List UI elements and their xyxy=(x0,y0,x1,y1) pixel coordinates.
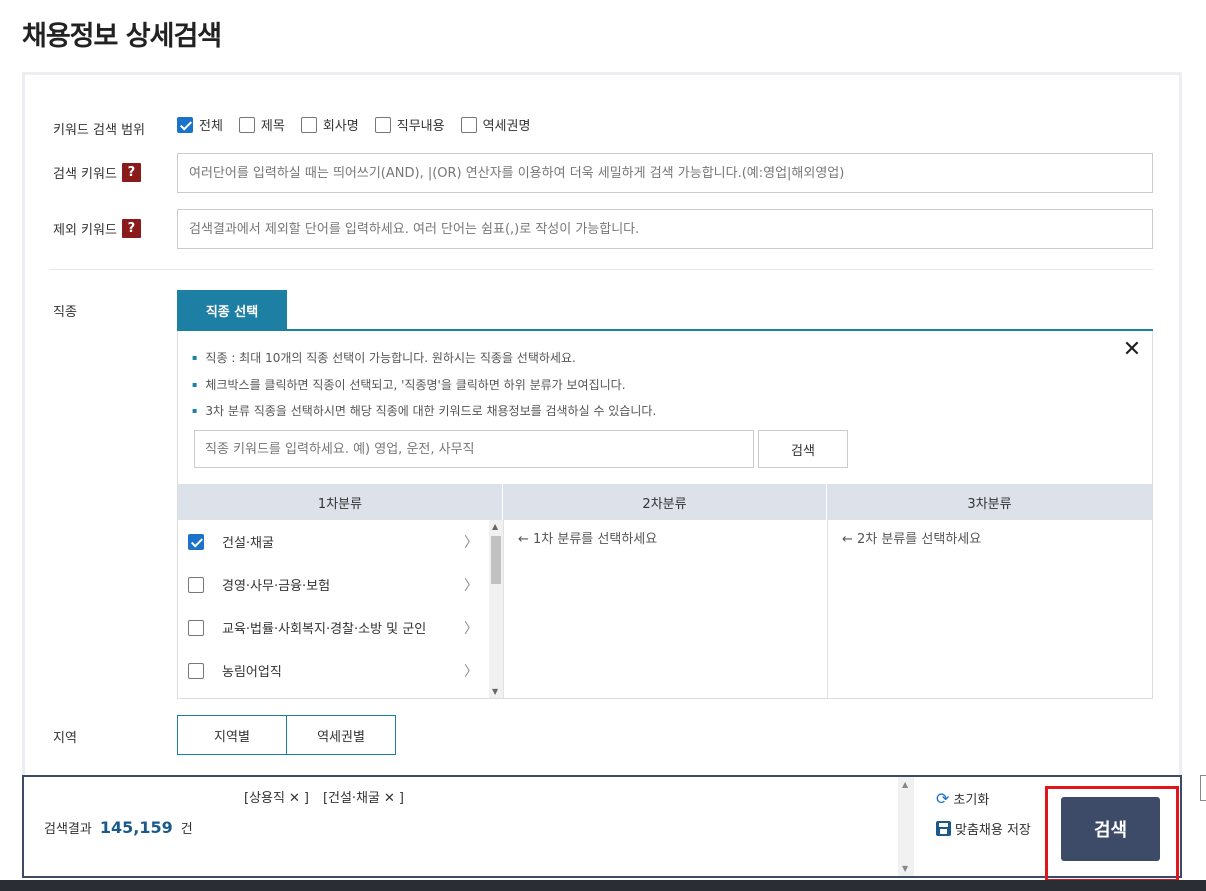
close-icon[interactable]: ✕ xyxy=(1122,339,1142,361)
checkbox[interactable] xyxy=(188,619,204,636)
checkbox[interactable] xyxy=(188,576,204,593)
hint-3rd: ← 2차 분류를 선택하세요 xyxy=(842,532,982,547)
category-item[interactable]: 건설·채굴 〉 xyxy=(188,520,478,563)
save-icon xyxy=(936,821,951,836)
scope-option-company[interactable]: 회사명 xyxy=(300,115,359,134)
checkbox[interactable] xyxy=(177,116,193,133)
footer-strip xyxy=(0,880,1206,891)
note-item: 직종 : 최대 10개의 직종 선택이 가능합니다. 원하시는 직종을 선택하세… xyxy=(192,345,656,372)
checkbox[interactable] xyxy=(188,533,204,550)
refresh-icon: ⟳ xyxy=(936,789,950,808)
tag-item: [건설·채굴 ✕] xyxy=(322,791,404,806)
keyword-scope-options: 전체 제목 회사명 직무내용 역세권명 xyxy=(177,115,530,134)
chevron-right-icon: 〉 xyxy=(464,620,478,637)
checkbox[interactable] xyxy=(374,116,391,133)
category-item[interactable]: 교육·법률·사회복지·경찰·소방 및 군인 〉 xyxy=(188,606,478,649)
divider xyxy=(49,269,1153,270)
chevron-right-icon: 〉 xyxy=(464,577,478,594)
hint-2nd: ← 1차 분류를 선택하세요 xyxy=(518,532,658,547)
search-keyword-label: 검색 키워드 ? xyxy=(53,163,141,182)
tag-remove-icon[interactable]: ✕ xyxy=(289,791,300,806)
exclude-keyword-input[interactable] xyxy=(177,209,1153,249)
tag-item: [상용직 ✕] xyxy=(244,791,309,806)
category-item[interactable]: 경영·사무·금융·보험 〉 xyxy=(188,563,478,606)
note-item: 체크박스를 클릭하면 직종이 선택되고, '직종명'을 클릭하면 하위 분류가 … xyxy=(192,372,656,399)
column-header-1st: 1차분류 xyxy=(178,484,503,520)
tab-region-area[interactable]: 지역별 xyxy=(177,715,287,755)
checkbox[interactable] xyxy=(188,662,204,679)
column-divider xyxy=(827,520,828,698)
scope-option-all[interactable]: 전체 xyxy=(177,115,223,134)
scroll-down-icon[interactable]: ▼ xyxy=(902,864,908,873)
checkbox[interactable] xyxy=(238,116,255,133)
reset-link[interactable]: ⟳ 초기화 xyxy=(936,789,989,808)
column-header-3rd: 3차분류 xyxy=(827,484,1152,520)
category-item[interactable]: 농림어업직 〉 xyxy=(188,649,478,692)
job-notes: 직종 : 최대 10개의 직종 선택이 가능합니다. 원하시는 직종을 선택하세… xyxy=(192,345,656,425)
job-keyword-input[interactable] xyxy=(194,430,754,468)
search-keyword-input[interactable] xyxy=(177,153,1153,193)
scroll-up-icon[interactable]: ▲ xyxy=(492,522,498,531)
tag-remove-icon[interactable]: ✕ xyxy=(384,791,395,806)
scroll-down-icon[interactable]: ▼ xyxy=(492,687,498,696)
scope-option-title[interactable]: 제목 xyxy=(238,115,285,134)
save-custom-link[interactable]: 맞춤채용 저장 xyxy=(936,819,1031,838)
job-search-button[interactable]: 검색 xyxy=(758,430,848,468)
column-divider xyxy=(503,520,504,698)
scope-option-station[interactable]: 역세권명 xyxy=(460,115,530,134)
tab-job-select[interactable]: 직종 선택 xyxy=(177,290,287,330)
result-bar: [상용직 ✕] [건설·채굴 ✕] 검색결과 145,159 건 ▲ ▼ ⟳ 초기화… xyxy=(22,775,1182,878)
tab-region-station[interactable]: 역세권별 xyxy=(286,715,396,755)
region-tabs: 지역별 역세권별 xyxy=(177,715,396,755)
chevron-right-icon: 〉 xyxy=(464,534,478,551)
side-edge-tab[interactable] xyxy=(1200,775,1206,801)
exclude-keyword-label: 제외 키워드 ? xyxy=(53,219,141,238)
search-panel: 키워드 검색 범위 전체 제목 회사명 직무내용 역세권명 검색 키워드 ? 제… xyxy=(22,72,1182,778)
tags-scrollbar[interactable]: ▲ ▼ xyxy=(898,777,914,876)
scroll-thumb[interactable] xyxy=(491,536,501,584)
chevron-right-icon: 〉 xyxy=(464,663,478,680)
region-label: 지역 xyxy=(53,731,77,746)
checkbox[interactable] xyxy=(460,116,477,133)
page-title: 채용정보 상세검색 xyxy=(22,21,222,52)
category-list: 건설·채굴 〉 경영·사무·금융·보험 〉 교육·법률·사회복지·경찰·소방 및… xyxy=(178,520,489,698)
note-item: 3차 분류 직종을 선택하시면 해당 직종에 대한 키워드로 채용정보를 검색하… xyxy=(192,398,656,425)
category-scrollbar[interactable]: ▲ ▼ xyxy=(489,520,503,698)
scope-option-duty[interactable]: 직무내용 xyxy=(374,115,445,134)
checkbox[interactable] xyxy=(300,116,317,133)
job-type-label: 직종 xyxy=(53,305,77,320)
help-icon[interactable]: ? xyxy=(121,219,141,238)
result-summary: 검색결과 145,159 건 xyxy=(44,818,193,837)
selected-tags: [상용직 ✕] [건설·채굴 ✕] xyxy=(244,787,404,806)
scroll-up-icon[interactable]: ▲ xyxy=(902,780,908,789)
help-icon[interactable]: ? xyxy=(121,163,141,182)
result-count: 145,159 xyxy=(99,818,173,837)
keyword-scope-label: 키워드 검색 범위 xyxy=(53,123,145,138)
column-header-2nd: 2차분류 xyxy=(503,484,827,520)
job-select-box: ✕ 직종 : 최대 10개의 직종 선택이 가능합니다. 원하시는 직종을 선택… xyxy=(177,331,1153,699)
search-button[interactable]: 검색 xyxy=(1061,797,1160,861)
